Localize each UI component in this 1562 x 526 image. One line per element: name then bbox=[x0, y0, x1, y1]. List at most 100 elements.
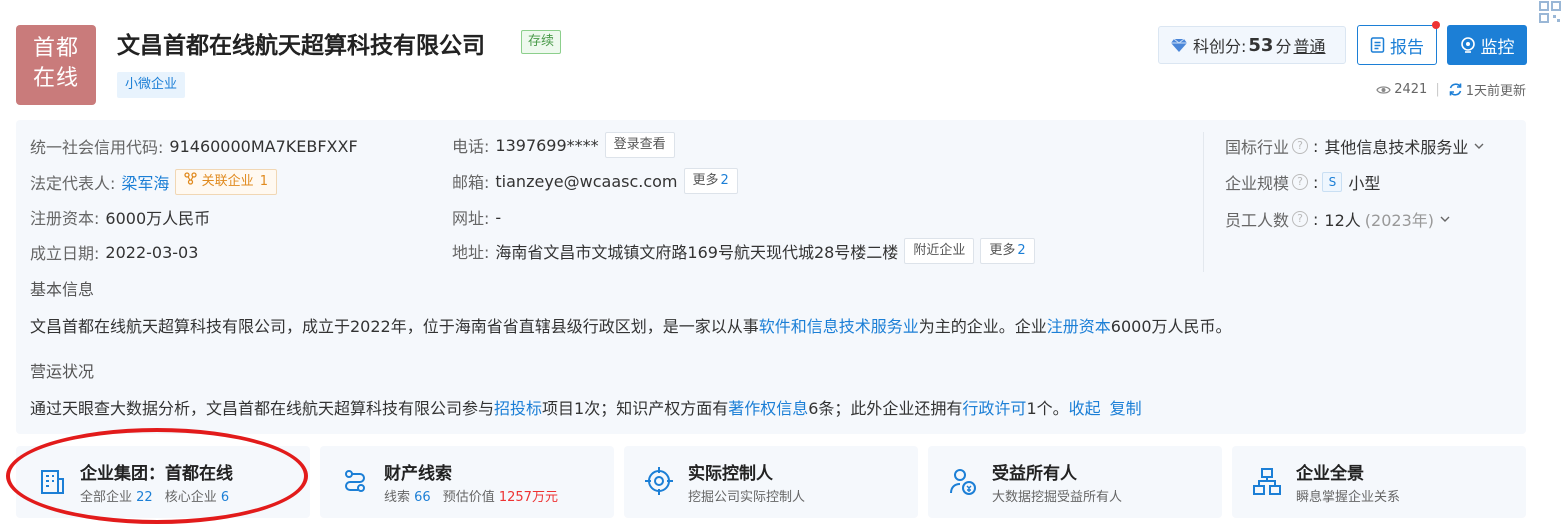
staff-row: 员工人数 ? : 12人 (2023年) bbox=[1225, 207, 1450, 231]
card-title: 受益所有人 bbox=[992, 464, 1077, 484]
card-subtitle: 全部企业 22 核心企业 6 bbox=[80, 486, 229, 505]
bidding-link[interactable]: 招投标 bbox=[494, 399, 542, 418]
logo-line-1: 首都 bbox=[32, 36, 79, 61]
legal-rep-row: 法定代表人: 梁军海 关联企业 1 bbox=[30, 169, 277, 195]
capital-label: 注册资本: bbox=[30, 209, 100, 228]
address-more-button[interactable]: 更多 2 bbox=[980, 238, 1035, 264]
industry-link[interactable]: 软件和信息技术服务业 bbox=[759, 317, 919, 336]
staff-label: 员工人数 bbox=[1225, 211, 1290, 230]
email-row: 邮箱: tianzeye@wcaasc.com 更多 2 bbox=[452, 168, 738, 194]
report-button[interactable]: 报告 bbox=[1357, 21, 1440, 65]
score-unit: 分 bbox=[1275, 37, 1292, 56]
view-count: 2421 bbox=[1394, 82, 1428, 97]
clues-label: 线索 bbox=[384, 490, 411, 505]
flow-icon bbox=[345, 470, 365, 492]
clues-count[interactable]: 66 bbox=[414, 490, 431, 505]
document-icon bbox=[1370, 37, 1385, 53]
basic-text-2: 为主的企业。企业 bbox=[918, 317, 1047, 336]
info-panel bbox=[16, 120, 1526, 434]
nearby-companies-button[interactable]: 附近企业 bbox=[904, 238, 975, 264]
card-enterprise-group[interactable]: 企业集团：首都在线 全部企业 22 核心企业 6 bbox=[16, 446, 310, 518]
credit-code-value: 91460000MA7KEBFXXF bbox=[169, 136, 358, 156]
staff-year: (2023年) bbox=[1364, 211, 1434, 230]
card-subtitle: 线索 66 预估价值 1257万元 bbox=[384, 486, 558, 505]
legal-rep-link[interactable]: 梁军海 bbox=[121, 170, 169, 194]
capital-value: 6000万人民币 bbox=[105, 209, 211, 228]
basic-info-heading: 基本信息 bbox=[30, 280, 95, 299]
address-row: 地址: 海南省文昌市文城镇文府路169号航天现代城28号楼二楼 附近企业 更多 2 bbox=[452, 238, 1035, 264]
core-companies-count[interactable]: 6 bbox=[221, 490, 229, 505]
credit-code-label: 统一社会信用代码: bbox=[30, 138, 164, 157]
legal-rep-label: 法定代表人: bbox=[30, 174, 116, 193]
column-divider bbox=[1203, 132, 1204, 272]
industry-value: 其他信息技术服务业 bbox=[1324, 138, 1469, 157]
more-label: 更多 bbox=[989, 243, 1016, 258]
company-name: 文昌首都在线航天超算科技有限公司 bbox=[117, 33, 485, 59]
report-label: 报告 bbox=[1390, 37, 1424, 58]
card-enterprise-panorama[interactable]: 企业全景 瞬息掌握企业关系 bbox=[1232, 446, 1526, 518]
building-icon bbox=[41, 470, 64, 494]
qr-code-icon[interactable] bbox=[1538, 0, 1562, 24]
card-actual-controller[interactable]: 实际控制人 挖掘公司实际控制人 bbox=[624, 446, 918, 518]
more-label: 更多 bbox=[692, 173, 719, 188]
gem-icon bbox=[1171, 38, 1187, 52]
website-label: 网址: bbox=[452, 209, 490, 228]
update-time: 1天前更新 bbox=[1465, 84, 1526, 99]
card-subtitle: 瞬息掌握企业关系 bbox=[1296, 490, 1401, 505]
company-logo: 首都 在线 bbox=[16, 25, 96, 105]
status-badge: 存续 bbox=[521, 30, 562, 54]
scale-label: 企业规模 bbox=[1225, 174, 1290, 193]
chevron-down-icon[interactable] bbox=[1474, 142, 1484, 150]
founded-value: 2022-03-03 bbox=[105, 242, 199, 262]
basic-text-3: 6000万人民币。 bbox=[1110, 317, 1232, 336]
innovation-score[interactable]: 科创分: 53 分 普通 bbox=[1158, 26, 1346, 64]
basic-text-1: 文昌首都在线航天超算科技有限公司，成立于2022年，位于海南省省直辖县级行政区划… bbox=[30, 317, 759, 336]
copyright-link[interactable]: 著作权信息 bbox=[728, 399, 808, 418]
card-beneficial-owner[interactable]: 受益所有人 大数据挖掘受益所有人 bbox=[928, 446, 1222, 518]
ops-text-1: 通过天眼查大数据分析，文昌首都在线航天超算科技有限公司参与 bbox=[30, 399, 495, 418]
card-title: 企业全景 bbox=[1296, 464, 1364, 484]
estimated-value-label: 预估价值 bbox=[442, 490, 495, 505]
copy-link[interactable]: 复制 bbox=[1110, 399, 1142, 418]
logo-line-2: 在线 bbox=[32, 66, 79, 91]
industry-label: 国标行业 bbox=[1225, 138, 1290, 157]
score-level[interactable]: 普通 bbox=[1293, 33, 1325, 57]
collapse-link[interactable]: 收起 bbox=[1069, 399, 1101, 418]
card-property-clues[interactable]: 财产线索 线索 66 预估价值 1257万元 bbox=[320, 446, 614, 518]
person-money-icon bbox=[950, 469, 976, 495]
related-companies-chip[interactable]: 关联企业 1 bbox=[175, 169, 277, 195]
founded-label: 成立日期: bbox=[30, 244, 100, 263]
monitor-button[interactable]: 监控 bbox=[1447, 25, 1527, 65]
website-row: 网址: - bbox=[452, 205, 501, 229]
email-more-button[interactable]: 更多 2 bbox=[683, 168, 738, 194]
phone-value: 1397699**** bbox=[495, 135, 599, 155]
all-companies-count[interactable]: 22 bbox=[136, 490, 153, 505]
website-value: - bbox=[495, 207, 502, 227]
address-more-count: 2 bbox=[1017, 243, 1026, 258]
email-label: 邮箱: bbox=[452, 173, 490, 192]
refresh-icon[interactable] bbox=[1448, 82, 1463, 97]
login-view-button[interactable]: 登录查看 bbox=[604, 132, 675, 158]
email-value[interactable]: tianzeye@wcaasc.com bbox=[495, 172, 677, 191]
address-value: 海南省文昌市文城镇文府路169号航天现代城28号楼二楼 bbox=[495, 243, 899, 262]
founded-row: 成立日期: 2022-03-03 bbox=[30, 240, 198, 264]
phone-label: 电话: bbox=[452, 137, 490, 156]
card-title: 实际控制人 bbox=[688, 464, 773, 484]
monitor-label: 监控 bbox=[1480, 37, 1515, 58]
help-icon[interactable]: ? bbox=[1292, 174, 1309, 190]
help-icon[interactable]: ? bbox=[1292, 211, 1309, 227]
capital-link[interactable]: 注册资本 bbox=[1047, 317, 1111, 336]
target-icon bbox=[645, 467, 673, 495]
core-companies-label: 核心企业 bbox=[164, 490, 217, 505]
estimated-value: 1257万元 bbox=[498, 490, 558, 505]
meta-separator: | bbox=[1435, 82, 1440, 97]
chevron-down-icon[interactable] bbox=[1440, 215, 1450, 223]
staff-value: 12人 bbox=[1324, 211, 1361, 230]
address-label: 地址: bbox=[452, 243, 490, 262]
help-icon[interactable]: ? bbox=[1292, 138, 1309, 154]
related-label: 关联企业 bbox=[201, 174, 254, 189]
email-more-count: 2 bbox=[720, 173, 729, 188]
card-subtitle: 大数据挖掘受益所有人 bbox=[992, 490, 1123, 505]
org-chart-icon bbox=[1253, 468, 1281, 495]
license-link[interactable]: 行政许可 bbox=[962, 399, 1026, 418]
